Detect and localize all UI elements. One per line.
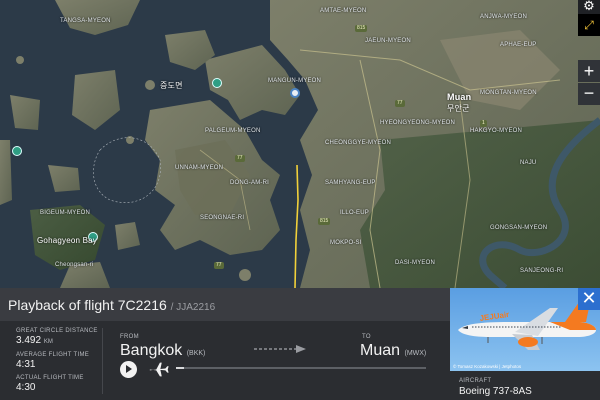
callsign: / JJA2216 bbox=[170, 302, 216, 313]
road-shield: 77 bbox=[395, 100, 405, 107]
road-shield: 815 bbox=[318, 218, 331, 225]
map-view[interactable]: TANGSA-MYEON AMTAE-MYEON JAEUN-MYEON ANJ… bbox=[0, 0, 600, 288]
location-pin-icon[interactable] bbox=[290, 88, 300, 98]
playback-progress-bar[interactable] bbox=[176, 367, 426, 369]
map-label: MOKPO-SI bbox=[330, 240, 362, 246]
map-label: DASI-MYEON bbox=[395, 260, 436, 266]
actual-time-label: ACTUAL FLIGHT TIME bbox=[16, 375, 84, 381]
map-label-city: Muan bbox=[447, 92, 472, 102]
distance-label: GREAT CIRCLE DISTANCE bbox=[16, 328, 98, 334]
settings-gear-icon[interactable]: ⚙ bbox=[578, 0, 600, 14]
from-label: FROM bbox=[120, 334, 139, 340]
aircraft-label: AIRCRAFT bbox=[459, 378, 492, 384]
zoom-out-button[interactable]: − bbox=[578, 83, 600, 105]
map-label: ILLO-EUP bbox=[340, 210, 369, 216]
avg-time-label: AVERAGE FLIGHT TIME bbox=[16, 352, 90, 358]
panel-title: Playback of flight 7C2216 / JJA2216 bbox=[8, 297, 215, 313]
road-shield: 1 bbox=[480, 120, 487, 127]
map-label: CHEONGGYE-MYEON bbox=[325, 140, 392, 146]
flight-title: Playback of flight 7C2216 bbox=[8, 297, 167, 313]
flight-playback-screen: TANGSA-MYEON AMTAE-MYEON JAEUN-MYEON ANJ… bbox=[0, 0, 600, 400]
map-label: MONGTAN-MYEON bbox=[480, 90, 537, 96]
origin-code: (BKK) bbox=[186, 350, 206, 357]
map-label: TANGSA-MYEON bbox=[60, 18, 111, 24]
to-label: TO bbox=[362, 334, 371, 340]
map-label: AMTAE-MYEON bbox=[320, 8, 367, 14]
map-label: HAKGYO-MYEON bbox=[470, 128, 523, 134]
photo-credit[interactable]: © Tomasz Kozakowski | Jetphotos bbox=[453, 364, 521, 369]
map-label: HYEONGYEONG-MYEON bbox=[380, 120, 456, 126]
origin-city-name: Bangkok bbox=[120, 342, 183, 359]
map-label-poi: Gohagyeon Bay bbox=[37, 236, 97, 245]
map-label: NAJU bbox=[520, 160, 537, 166]
map-label: GONGSAN-MYEON bbox=[490, 225, 548, 231]
map-label: APHAE-EUP bbox=[500, 42, 537, 48]
road-shield: 77 bbox=[214, 262, 224, 269]
flight-playback-panel: Playback of flight 7C2216 / JJA2216 GREA… bbox=[0, 288, 600, 400]
flight-stats: GREAT CIRCLE DISTANCE 3.492 KM AVERAGE F… bbox=[0, 321, 102, 400]
actual-time-value: 4:30 bbox=[16, 382, 36, 393]
aircraft-model: Boeing 737-8AS bbox=[459, 386, 532, 397]
distance-number: 3.492 bbox=[16, 335, 42, 346]
map-label-korean: 증도면 bbox=[160, 81, 183, 90]
map-label: SEONGNAE-RI bbox=[200, 215, 245, 221]
map-label-city-korean: 무안군 bbox=[447, 104, 470, 113]
map-label: PALGEUM-MYEON bbox=[205, 128, 261, 134]
play-button[interactable] bbox=[120, 361, 137, 378]
map-label: UNNAM-MYEON bbox=[175, 165, 224, 171]
route-section: FROM Bangkok (BKK) TO Muan (MWX) bbox=[104, 321, 450, 400]
close-button[interactable]: ✕ bbox=[578, 288, 600, 310]
poi-marker-icon[interactable] bbox=[212, 78, 222, 88]
map-label: Cheongsan-ri bbox=[55, 262, 94, 268]
destination-city-name: Muan bbox=[360, 342, 401, 359]
map-label: JAEUN-MYEON bbox=[365, 38, 411, 44]
road-shield: 77 bbox=[235, 155, 245, 162]
distance-unit: KM bbox=[43, 339, 53, 345]
playback-progress-fill bbox=[176, 367, 184, 369]
poi-marker-icon[interactable] bbox=[12, 146, 22, 156]
zoom-in-button[interactable]: + bbox=[578, 60, 600, 82]
destination-city: Muan (MWX) bbox=[360, 342, 426, 360]
livery-text: JEJUair bbox=[479, 310, 510, 323]
map-label: MANGUN-MYEON bbox=[268, 78, 322, 84]
map-label: SANJEONG-RI bbox=[520, 268, 564, 274]
title-bar: Playback of flight 7C2216 / JJA2216 bbox=[0, 288, 450, 321]
distance-value: 3.492 KM bbox=[16, 335, 102, 348]
map-label: BIGEUM-MYEON bbox=[40, 210, 91, 216]
divider bbox=[102, 328, 103, 394]
map-label: DONG-AM-RI bbox=[230, 180, 269, 186]
fullscreen-expand-icon[interactable]: ⤢ bbox=[578, 14, 600, 36]
map-label: SAMHYANG-EUP bbox=[325, 180, 376, 186]
route-arrow-icon bbox=[254, 345, 306, 353]
destination-code: (MWX) bbox=[404, 350, 427, 357]
map-label: ANJWA-MYEON bbox=[480, 14, 527, 20]
avg-time-value: 4:31 bbox=[16, 359, 36, 370]
airplane-icon[interactable] bbox=[148, 358, 170, 380]
road-shield: 815 bbox=[355, 25, 368, 32]
